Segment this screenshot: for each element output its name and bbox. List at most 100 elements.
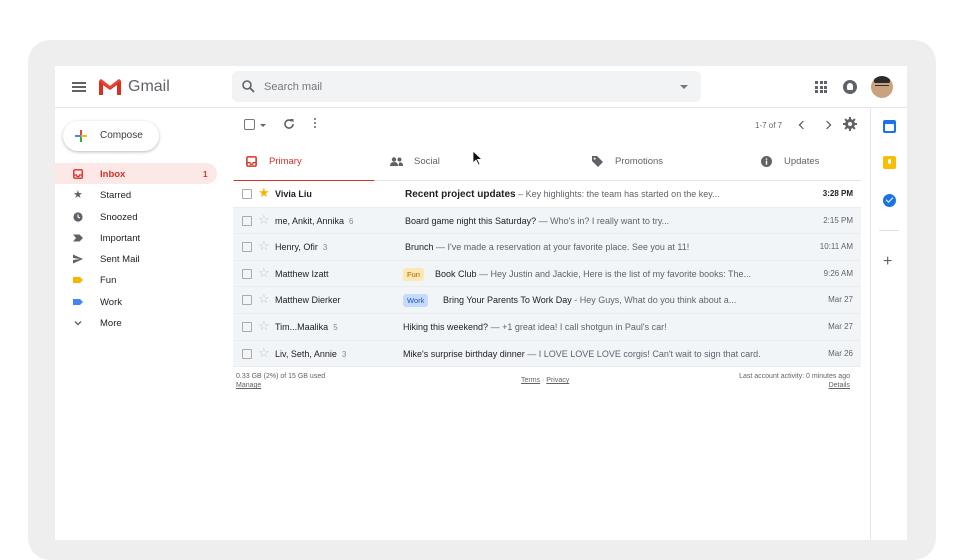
chevron-down-icon	[74, 321, 82, 326]
side-panel-divider	[879, 230, 899, 231]
sidebar-item-snoozed[interactable]: Snoozed	[55, 206, 217, 227]
star-outline-icon[interactable]: ☆	[258, 213, 270, 226]
email-subject: Bring Your Parents To Work Day	[443, 295, 572, 306]
email-date: 2:15 PM	[823, 215, 853, 225]
email-row[interactable]: ☆ Tim...Maalika 5 Hiking this weekend? — …	[233, 313, 861, 341]
avatar[interactable]	[871, 76, 893, 98]
thread-count: 6	[349, 216, 354, 226]
privacy-link[interactable]: Privacy	[546, 377, 569, 384]
email-row[interactable]: ☆ Matthew Izatt Fun Book Club — Hey Just…	[233, 260, 861, 288]
star-outline-icon[interactable]: ☆	[258, 239, 270, 252]
gmail-logo-icon[interactable]	[98, 78, 122, 96]
select-options-chevron-down-icon[interactable]	[260, 124, 266, 127]
app-brand[interactable]: Gmail	[128, 78, 170, 96]
refresh-icon[interactable]	[283, 118, 295, 130]
keep-icon[interactable]	[883, 156, 896, 169]
thread-count: 3	[341, 349, 347, 359]
email-row[interactable]: ☆ me, Ankit, Annika 6 Board game night th…	[233, 207, 861, 235]
email-preview: Hiking this weekend? — +1 great idea! I …	[403, 322, 783, 332]
row-checkbox[interactable]	[242, 242, 252, 253]
email-sender: Vivia Liu	[275, 189, 312, 199]
select-all-checkbox[interactable]	[244, 119, 255, 130]
email-preview: Brunch — I've made a reservation at your…	[405, 242, 785, 252]
row-checkbox[interactable]	[242, 295, 252, 306]
label-chip-work[interactable]: Work	[403, 294, 429, 308]
email-row[interactable]: ☆ Liv, Seth, Annie 3 Mike's surprise birt…	[233, 340, 861, 368]
row-checkbox[interactable]	[242, 321, 252, 332]
gear-icon[interactable]	[843, 117, 857, 131]
menu-icon[interactable]	[72, 82, 86, 92]
sidebar-item-fun[interactable]: Fun	[55, 269, 217, 290]
terms-link[interactable]: Terms	[521, 377, 540, 384]
sidebar-item-label: Inbox	[100, 169, 126, 180]
calendar-icon[interactable]	[883, 120, 896, 133]
label-chip-fun[interactable]: Fun	[403, 267, 424, 281]
sidebar-item-starred[interactable]: ★ Starred	[55, 184, 217, 205]
gmail-window: Gmail Compose	[55, 66, 907, 540]
sidebar-item-label: Work	[100, 296, 122, 308]
sidebar-item-work[interactable]: Work	[55, 291, 217, 312]
star-outline-icon[interactable]: ☆	[258, 319, 270, 332]
chevron-right-icon[interactable]	[822, 120, 832, 130]
unread-count-badge: 1	[203, 170, 208, 179]
tab-updates[interactable]: Updates	[761, 144, 861, 181]
star-outline-icon[interactable]: ☆	[258, 266, 270, 279]
email-row[interactable]: ★ Vivia Liu Recent project updates – Key…	[233, 181, 861, 208]
tab-label: Social	[414, 156, 440, 167]
star-icon[interactable]: ★	[258, 186, 270, 199]
search-icon[interactable]	[242, 80, 255, 93]
email-preview: Book Club — Hey Justin and Jackie, Here …	[435, 269, 775, 279]
notifications-icon[interactable]	[843, 80, 857, 94]
email-date: 10:11 AM	[819, 242, 853, 252]
row-checkbox[interactable]	[242, 348, 252, 359]
important-icon	[73, 234, 83, 242]
email-row[interactable]: ☆ Matthew Dierker Work Bring Your Parent…	[233, 287, 861, 314]
email-sender: Matthew Izatt	[275, 268, 329, 279]
compose-button[interactable]: Compose	[63, 121, 159, 151]
search-input[interactable]	[264, 71, 664, 102]
sidebar-item-label: Starred	[100, 190, 132, 202]
row-checkbox[interactable]	[242, 189, 252, 199]
storage-usage: 0.33 GB (2%) of 15 GB used Manage	[236, 373, 325, 389]
sidebar-item-sent-mail[interactable]: Sent Mail	[55, 248, 217, 269]
email-row[interactable]: ☆ Henry, Ofir 3 Brunch — I've made a rese…	[233, 234, 861, 261]
tab-primary[interactable]: Primary	[233, 144, 375, 182]
manage-link[interactable]: Manage	[236, 382, 325, 389]
pagination-text: 1-7 of 7	[755, 121, 783, 130]
email-preview: Recent project updates – Key highlights:…	[405, 189, 785, 200]
email-snippet: — Who's in? I really want to try...	[536, 215, 670, 226]
row-checkbox[interactable]	[242, 268, 252, 279]
plus-icon	[75, 130, 87, 142]
search-bar[interactable]	[232, 71, 701, 102]
sidebar-item-important[interactable]: Important	[55, 227, 217, 248]
apps-grid-icon[interactable]	[815, 81, 827, 93]
star-outline-icon[interactable]: ☆	[258, 292, 270, 305]
mouse-cursor-icon	[472, 150, 483, 166]
email-date: Mar 26	[828, 348, 853, 358]
search-options-dropdown-icon[interactable]	[680, 85, 688, 89]
storage-text: 0.33 GB (2%) of 15 GB used	[236, 373, 326, 380]
label-icon	[73, 298, 83, 305]
email-snippet: — I've made a reservation at your favori…	[433, 242, 690, 253]
email-date: Mar 27	[828, 295, 853, 305]
sidebar-item-inbox[interactable]: Inbox 1	[55, 163, 217, 185]
tab-promotions[interactable]: Promotions	[592, 144, 734, 181]
email-date: 9:26 AM	[823, 268, 853, 278]
sidebar-item-more[interactable]: More	[55, 312, 217, 333]
row-checkbox[interactable]	[242, 215, 252, 226]
top-bar: Gmail	[55, 66, 907, 108]
add-icon[interactable]: +	[883, 254, 892, 270]
sidebar-item-label: Sent Mail	[100, 254, 140, 266]
sidebar-item-label: More	[100, 318, 122, 330]
side-panel: +	[870, 108, 907, 540]
sidebar-nav: Inbox 1 ★ Starred Snoozed Important Sent…	[55, 163, 217, 333]
star-outline-icon[interactable]: ☆	[258, 346, 270, 359]
email-sender: Liv, Seth, Annie 3	[275, 348, 347, 359]
more-options-icon[interactable]	[313, 118, 317, 130]
chevron-left-icon[interactable]	[798, 120, 808, 130]
tasks-icon[interactable]	[883, 194, 896, 207]
details-link[interactable]: Details	[739, 382, 850, 389]
tab-label: Updates	[784, 156, 820, 167]
email-list: ★ Vivia Liu Recent project updates – Key…	[233, 181, 861, 368]
tab-social[interactable]: Social	[390, 144, 532, 181]
